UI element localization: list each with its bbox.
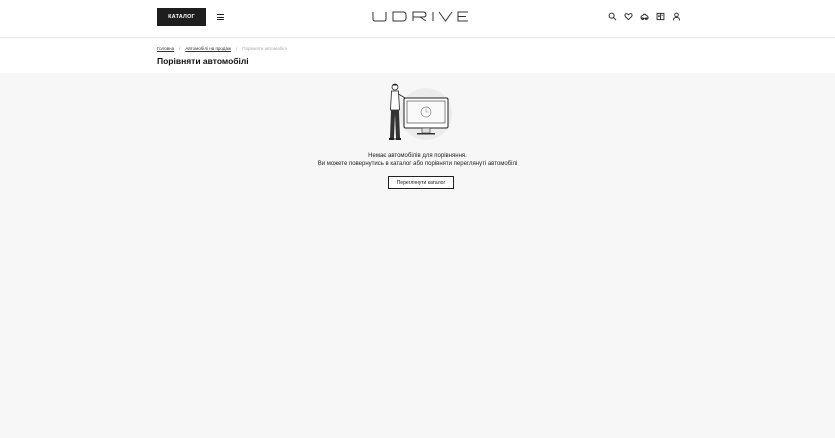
search-icon[interactable] [608, 12, 617, 21]
menu-icon[interactable] [217, 14, 224, 20]
udrive-logo[interactable] [372, 11, 469, 22]
user-icon[interactable] [672, 12, 681, 21]
browse-catalog-button[interactable]: Переглянути каталог [388, 176, 454, 189]
empty-state-message: Немає автомобілів для порівняння. Ви мож… [0, 152, 835, 168]
empty-compare-illustration [389, 83, 452, 140]
breadcrumb: Головна / Автомобілі на продаж / Порівня… [157, 46, 287, 51]
page-title: Порівняти автомобілі [157, 56, 249, 66]
header-icons [608, 12, 681, 22]
empty-state-line2: Ви можете повернутись в каталог або порі… [317, 161, 518, 167]
breadcrumb-separator: / [235, 46, 238, 51]
breadcrumb-home-link[interactable]: Головна [157, 46, 174, 51]
breadcrumb-current: Порівняти автомобілі [242, 46, 287, 51]
breadcrumb-separator: / [179, 46, 181, 51]
compare-icon[interactable] [640, 12, 649, 21]
catalog-button[interactable]: КАТАЛОГ [157, 8, 206, 26]
heart-icon[interactable] [624, 12, 633, 21]
breadcrumb-cars-link[interactable]: Автомобілі на продаж [185, 46, 231, 51]
site-header: КАТАЛОГ [0, 0, 835, 38]
book-icon[interactable] [656, 12, 665, 21]
title-bar: Головна / Автомобілі на продаж / Порівня… [0, 39, 835, 73]
empty-state-line1: Немає автомобілів для порівняння. [368, 153, 467, 159]
